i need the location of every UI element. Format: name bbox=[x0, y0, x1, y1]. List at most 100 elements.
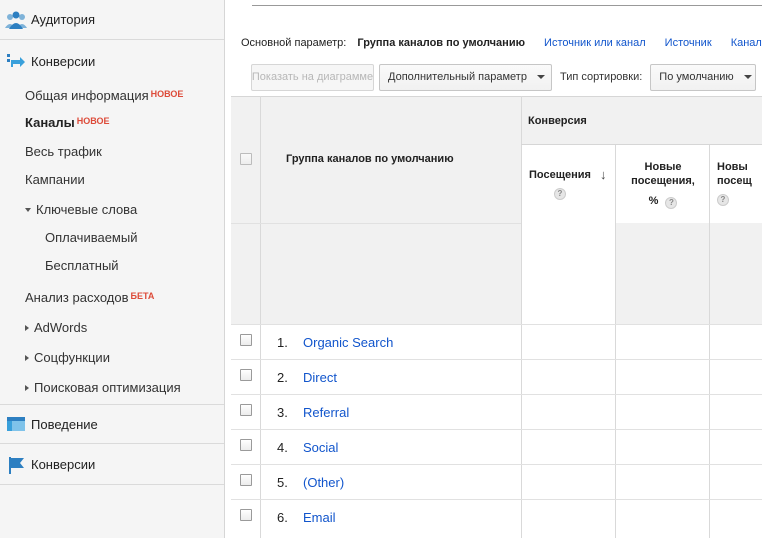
nav-item-paid[interactable]: Оплачиваемый bbox=[45, 230, 137, 246]
primary-dimension-bar: Основной параметр: Группа каналов по умо… bbox=[241, 37, 762, 49]
nav-item-overview-label: Общая информация bbox=[25, 88, 149, 103]
row-divider bbox=[521, 144, 762, 145]
new-visits-pct-header-line-2: посещения, bbox=[631, 175, 695, 187]
new-badge: НОВОЕ bbox=[150, 89, 184, 99]
dimension-link-medium[interactable]: Канал bbox=[731, 37, 762, 49]
nav-item-adwords[interactable]: AdWords bbox=[25, 320, 87, 336]
help-icon[interactable]: ? bbox=[665, 197, 678, 210]
plot-rows-button[interactable]: Показать на диаграмме bbox=[251, 63, 374, 91]
nav-section-behavior[interactable]: Поведение bbox=[0, 404, 224, 444]
row-index: 2. bbox=[277, 370, 288, 385]
expanded-triangle-icon bbox=[25, 207, 31, 212]
dimension-link-source-medium[interactable]: Источник или канал bbox=[544, 37, 646, 49]
nav-section-conversions-top[interactable]: Конверсии bbox=[0, 41, 224, 81]
dimension-chart-area bbox=[231, 223, 521, 324]
row-index: 5. bbox=[277, 475, 288, 490]
sort-type-label: Тип сортировки: bbox=[560, 71, 643, 83]
table-toolbar: Показать на диаграмме Дополнительный пар… bbox=[251, 63, 757, 91]
row-link-referral[interactable]: Referral bbox=[303, 405, 349, 420]
nav-item-adwords-label: AdWords bbox=[34, 320, 88, 335]
nav-item-cost-analysis[interactable]: Анализ расходов БЕТА bbox=[25, 290, 154, 306]
nav-item-overview[interactable]: Общая информация НОВОЕ bbox=[25, 88, 183, 104]
secondary-dimension-dropdown[interactable]: Дополнительный параметр bbox=[379, 63, 552, 91]
nav-item-all-traffic[interactable]: Весь трафик bbox=[25, 144, 102, 160]
col-divider bbox=[260, 96, 261, 538]
nav-item-campaigns[interactable]: Кампании bbox=[25, 172, 85, 188]
nav-label-conversions-bottom: Конверсии bbox=[31, 457, 96, 472]
new-badge: НОВОЕ bbox=[76, 116, 110, 126]
primary-dimension-label: Основной параметр: bbox=[241, 37, 347, 49]
secondary-dimension-label: Дополнительный параметр bbox=[388, 71, 527, 83]
nav-label-behavior: Поведение bbox=[31, 416, 98, 432]
nav-label-audience: Аудитория bbox=[31, 12, 96, 27]
row-link-email[interactable]: Email bbox=[303, 510, 336, 525]
row-link-organic-search[interactable]: Organic Search bbox=[303, 335, 393, 350]
row-link-direct[interactable]: Direct bbox=[303, 370, 337, 385]
nav-item-keywords[interactable]: Ключевые слова bbox=[25, 202, 137, 218]
nav-item-organic[interactable]: Бесплатный bbox=[45, 258, 119, 274]
nav-item-channels[interactable]: Каналы НОВОЕ bbox=[25, 115, 110, 131]
nav-item-cost-analysis-label: Анализ расходов bbox=[25, 290, 129, 305]
row-checkbox[interactable] bbox=[240, 509, 252, 521]
help-icon[interactable]: ? bbox=[554, 188, 566, 200]
nav-section-audience[interactable]: Аудитория bbox=[0, 0, 224, 40]
row-divider bbox=[231, 429, 762, 430]
chevron-down-icon bbox=[743, 75, 752, 79]
row-index: 4. bbox=[277, 440, 288, 455]
dimension-column-header[interactable]: Группа каналов по умолчанию bbox=[286, 152, 454, 166]
select-all-checkbox[interactable] bbox=[240, 153, 252, 165]
visits-column-header[interactable]: Посещения ? bbox=[521, 168, 599, 200]
visits-chart-area bbox=[521, 223, 616, 324]
row-checkbox[interactable] bbox=[240, 334, 252, 346]
sort-type-dropdown[interactable]: По умолчанию bbox=[650, 63, 757, 91]
nav-item-seo[interactable]: Поисковая оптимизация bbox=[25, 380, 181, 396]
row-index: 1. bbox=[277, 335, 288, 350]
nav-item-social[interactable]: Соцфункции bbox=[25, 350, 110, 366]
collapsed-triangle-icon bbox=[25, 354, 29, 361]
new-visits-header-line-2: посещ bbox=[717, 175, 752, 187]
row-checkbox[interactable] bbox=[240, 439, 252, 451]
row-checkbox[interactable] bbox=[240, 369, 252, 381]
visits-header-label: Посещения bbox=[529, 169, 591, 181]
row-index: 3. bbox=[277, 405, 288, 420]
audience-icon bbox=[1, 8, 31, 32]
dimension-link-source[interactable]: Источник bbox=[665, 37, 712, 49]
behavior-icon bbox=[1, 412, 31, 436]
new-visits-header-line-1: Новы bbox=[717, 161, 748, 173]
acquisition-arrows-icon bbox=[1, 49, 31, 73]
nav-item-channels-label: Каналы bbox=[25, 115, 75, 130]
row-checkbox[interactable] bbox=[240, 474, 252, 486]
chevron-down-icon bbox=[536, 75, 545, 79]
collapsed-triangle-icon bbox=[25, 324, 29, 331]
sort-type-value: По умолчанию bbox=[659, 71, 734, 83]
col-divider bbox=[709, 144, 710, 538]
row-divider bbox=[231, 324, 762, 325]
chart-baseline bbox=[252, 5, 762, 6]
nav-label-conversions-top: Конверсии bbox=[31, 53, 96, 69]
col-divider bbox=[521, 96, 522, 538]
col-divider bbox=[615, 144, 616, 538]
row-checkbox[interactable] bbox=[240, 404, 252, 416]
conversion-group-header: Конверсия bbox=[528, 115, 587, 127]
flag-icon bbox=[1, 453, 31, 477]
row-divider bbox=[231, 223, 521, 224]
report-main: Основной параметр: Группа каналов по умо… bbox=[226, 0, 762, 538]
row-index: 6. bbox=[277, 510, 288, 525]
help-icon[interactable]: ? bbox=[717, 194, 729, 206]
nav-item-keywords-label: Ключевые слова bbox=[36, 202, 138, 217]
collapsed-triangle-icon bbox=[25, 384, 29, 391]
new-visits-pct-column-header[interactable]: Новые посещения, % ? bbox=[617, 160, 709, 210]
sort-descending-arrow-icon[interactable]: ↓ bbox=[600, 167, 607, 182]
new-visits-column-header[interactable]: Новы посещ ? bbox=[717, 160, 762, 206]
nav-section-conversions-bottom[interactable]: Конверсии bbox=[0, 445, 224, 485]
beta-badge: БЕТА bbox=[130, 291, 155, 301]
row-divider bbox=[231, 464, 762, 465]
nav-item-social-label: Соцфункции bbox=[34, 350, 110, 365]
left-sidebar: Аудитория Конверсии Общая информация НОВО… bbox=[0, 0, 225, 538]
new-visits-pct-header-line-1: Новые bbox=[644, 161, 682, 173]
metrics-chart-area bbox=[616, 223, 762, 324]
row-link-social[interactable]: Social bbox=[303, 440, 338, 455]
primary-dimension-current: Группа каналов по умолчанию bbox=[357, 37, 525, 49]
row-link-other[interactable]: (Other) bbox=[303, 475, 344, 490]
row-divider bbox=[231, 499, 762, 500]
